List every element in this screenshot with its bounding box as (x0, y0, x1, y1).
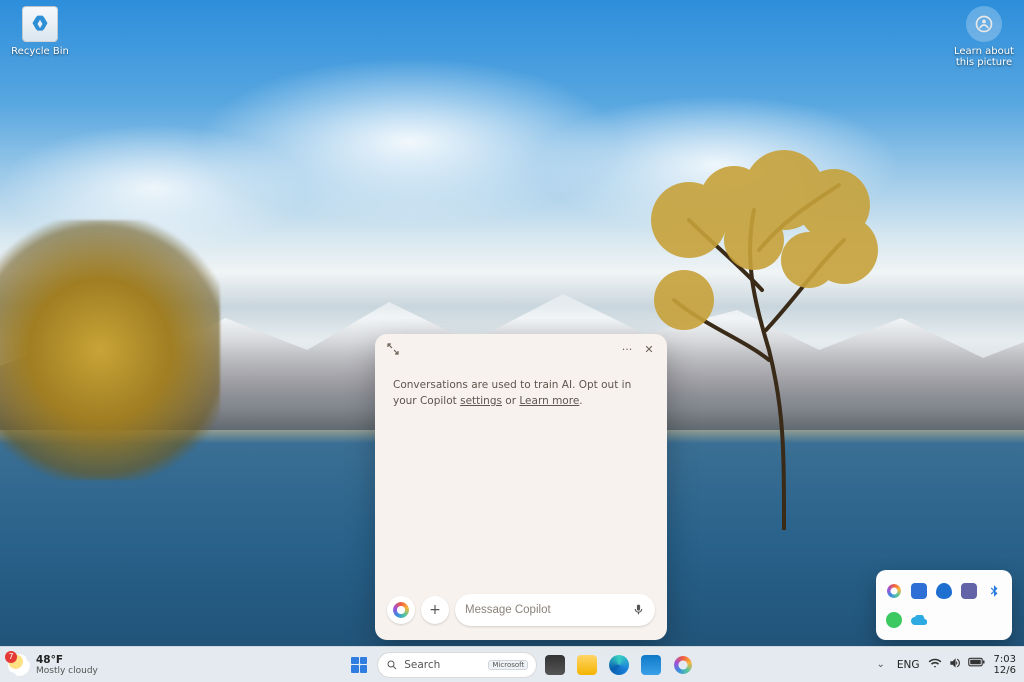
windows-icon (351, 657, 367, 673)
edge-button[interactable] (605, 651, 633, 679)
copilot-input-row: + (375, 584, 667, 640)
taskbar: 7 48°F Mostly cloudy Search Microsoft ⌄ (0, 646, 1024, 682)
wifi-icon[interactable] (928, 656, 942, 673)
search-label: Search (404, 659, 440, 671)
wallpaper-tree (634, 150, 894, 530)
taskbar-clock[interactable]: 7:03 12/6 (994, 654, 1016, 676)
store-button[interactable] (637, 651, 665, 679)
tray-defender-icon[interactable] (934, 578, 955, 603)
copilot-panel: ··· ✕ Conversations are used to train AI… (375, 334, 667, 640)
copilot-settings-link[interactable]: settings (460, 395, 502, 407)
recycle-bin-label: Recycle Bin (6, 46, 74, 57)
more-button[interactable]: ··· (617, 339, 637, 359)
wallpaper-foliage (0, 220, 220, 480)
expand-icon[interactable] (383, 339, 403, 359)
tray-xbox-icon[interactable] (884, 607, 905, 632)
taskbar-right: ⌄ ENG 7:03 12/6 (873, 654, 1024, 676)
tray-bluetooth-icon[interactable] (983, 578, 1004, 603)
recycle-bin-icon (22, 6, 58, 42)
recycle-bin-desktop-icon[interactable]: Recycle Bin (6, 6, 74, 57)
weather-badge: 7 (5, 651, 17, 663)
language-indicator[interactable]: ENG (897, 659, 920, 671)
search-icon (386, 659, 398, 671)
copilot-titlebar: ··· ✕ (375, 334, 667, 364)
tray-word-icon[interactable] (909, 578, 930, 603)
copilot-logo-icon[interactable] (387, 596, 415, 624)
task-view-icon (545, 655, 565, 675)
spotlight-icon (966, 6, 1002, 42)
folder-icon (577, 655, 597, 675)
tray-overflow-flyout (876, 570, 1012, 640)
learn-picture-label: Learn about this picture (950, 46, 1018, 68)
volume-icon[interactable] (948, 656, 962, 673)
weather-temp: 48°F (36, 654, 98, 666)
edge-icon (609, 655, 629, 675)
copilot-learn-more-link[interactable]: Learn more (519, 395, 579, 407)
copilot-input[interactable] (455, 594, 655, 626)
copilot-training-notice: Conversations are used to train AI. Opt … (393, 378, 649, 410)
store-icon (641, 655, 661, 675)
search-promo: Microsoft (488, 660, 528, 670)
tray-copilot-icon[interactable] (884, 578, 905, 603)
close-button[interactable]: ✕ (639, 339, 659, 359)
copilot-icon (674, 656, 692, 674)
tray-onedrive-icon[interactable] (909, 607, 930, 632)
copilot-textbox[interactable] (465, 604, 624, 616)
clock-date: 12/6 (994, 665, 1016, 676)
taskbar-search[interactable]: Search Microsoft (377, 651, 537, 679)
clock-time: 7:03 (994, 654, 1016, 665)
copilot-taskbar-button[interactable] (669, 651, 697, 679)
file-explorer-button[interactable] (573, 651, 601, 679)
tray-chevron-icon[interactable]: ⌄ (873, 655, 889, 674)
task-view-button[interactable] (541, 651, 569, 679)
new-topic-button[interactable]: + (421, 596, 449, 624)
weather-icon: 7 (8, 654, 30, 676)
weather-condition: Mostly cloudy (36, 666, 98, 676)
mic-icon[interactable] (632, 601, 645, 620)
copilot-body: Conversations are used to train AI. Opt … (375, 364, 667, 584)
learn-picture-desktop-icon[interactable]: Learn about this picture (950, 6, 1018, 68)
tray-teams-icon[interactable] (958, 578, 979, 603)
start-button[interactable] (345, 651, 373, 679)
taskbar-weather[interactable]: 7 48°F Mostly cloudy (0, 654, 170, 676)
taskbar-center: Search Microsoft (170, 651, 873, 679)
battery-icon[interactable] (968, 656, 986, 673)
